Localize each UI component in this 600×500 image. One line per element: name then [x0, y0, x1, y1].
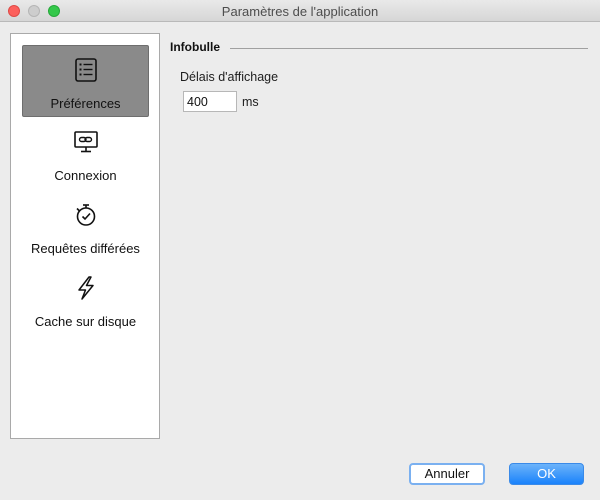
sidebar-item-label: Cache sur disque — [34, 314, 137, 329]
sidebar-item-preferences[interactable]: Préférences — [22, 45, 149, 117]
stopwatch-icon — [75, 204, 95, 226]
sidebar-item-label: Connexion — [54, 168, 117, 183]
sidebar-item-cache-sur-disque[interactable]: Cache sur disque — [22, 264, 149, 336]
title-bar[interactable]: Paramètres de l'application — [0, 0, 600, 22]
section-title: Infobulle — [170, 40, 220, 54]
monitor-link-icon — [73, 131, 98, 153]
sidebar: Préférences Connexion Requêtes différées — [10, 33, 160, 439]
window-title: Paramètres de l'application — [221, 4, 379, 19]
sidebar-item-label: Requêtes différées — [31, 241, 140, 256]
lightning-icon — [77, 276, 94, 300]
cancel-button[interactable]: Annuler — [409, 463, 485, 485]
delay-label: Délais d'affichage — [180, 70, 279, 84]
section-divider — [230, 48, 588, 49]
sidebar-item-label: Préférences — [50, 96, 121, 111]
sidebar-item-connexion[interactable]: Connexion — [22, 118, 149, 190]
app-window: Paramètres de l'application Préférences — [0, 0, 600, 500]
sidebar-item-requetes-differees[interactable]: Requêtes différées — [22, 191, 149, 263]
delay-unit: ms — [242, 95, 259, 109]
delay-input[interactable] — [183, 91, 237, 112]
list-icon — [74, 58, 97, 82]
ok-button[interactable]: OK — [509, 463, 584, 485]
